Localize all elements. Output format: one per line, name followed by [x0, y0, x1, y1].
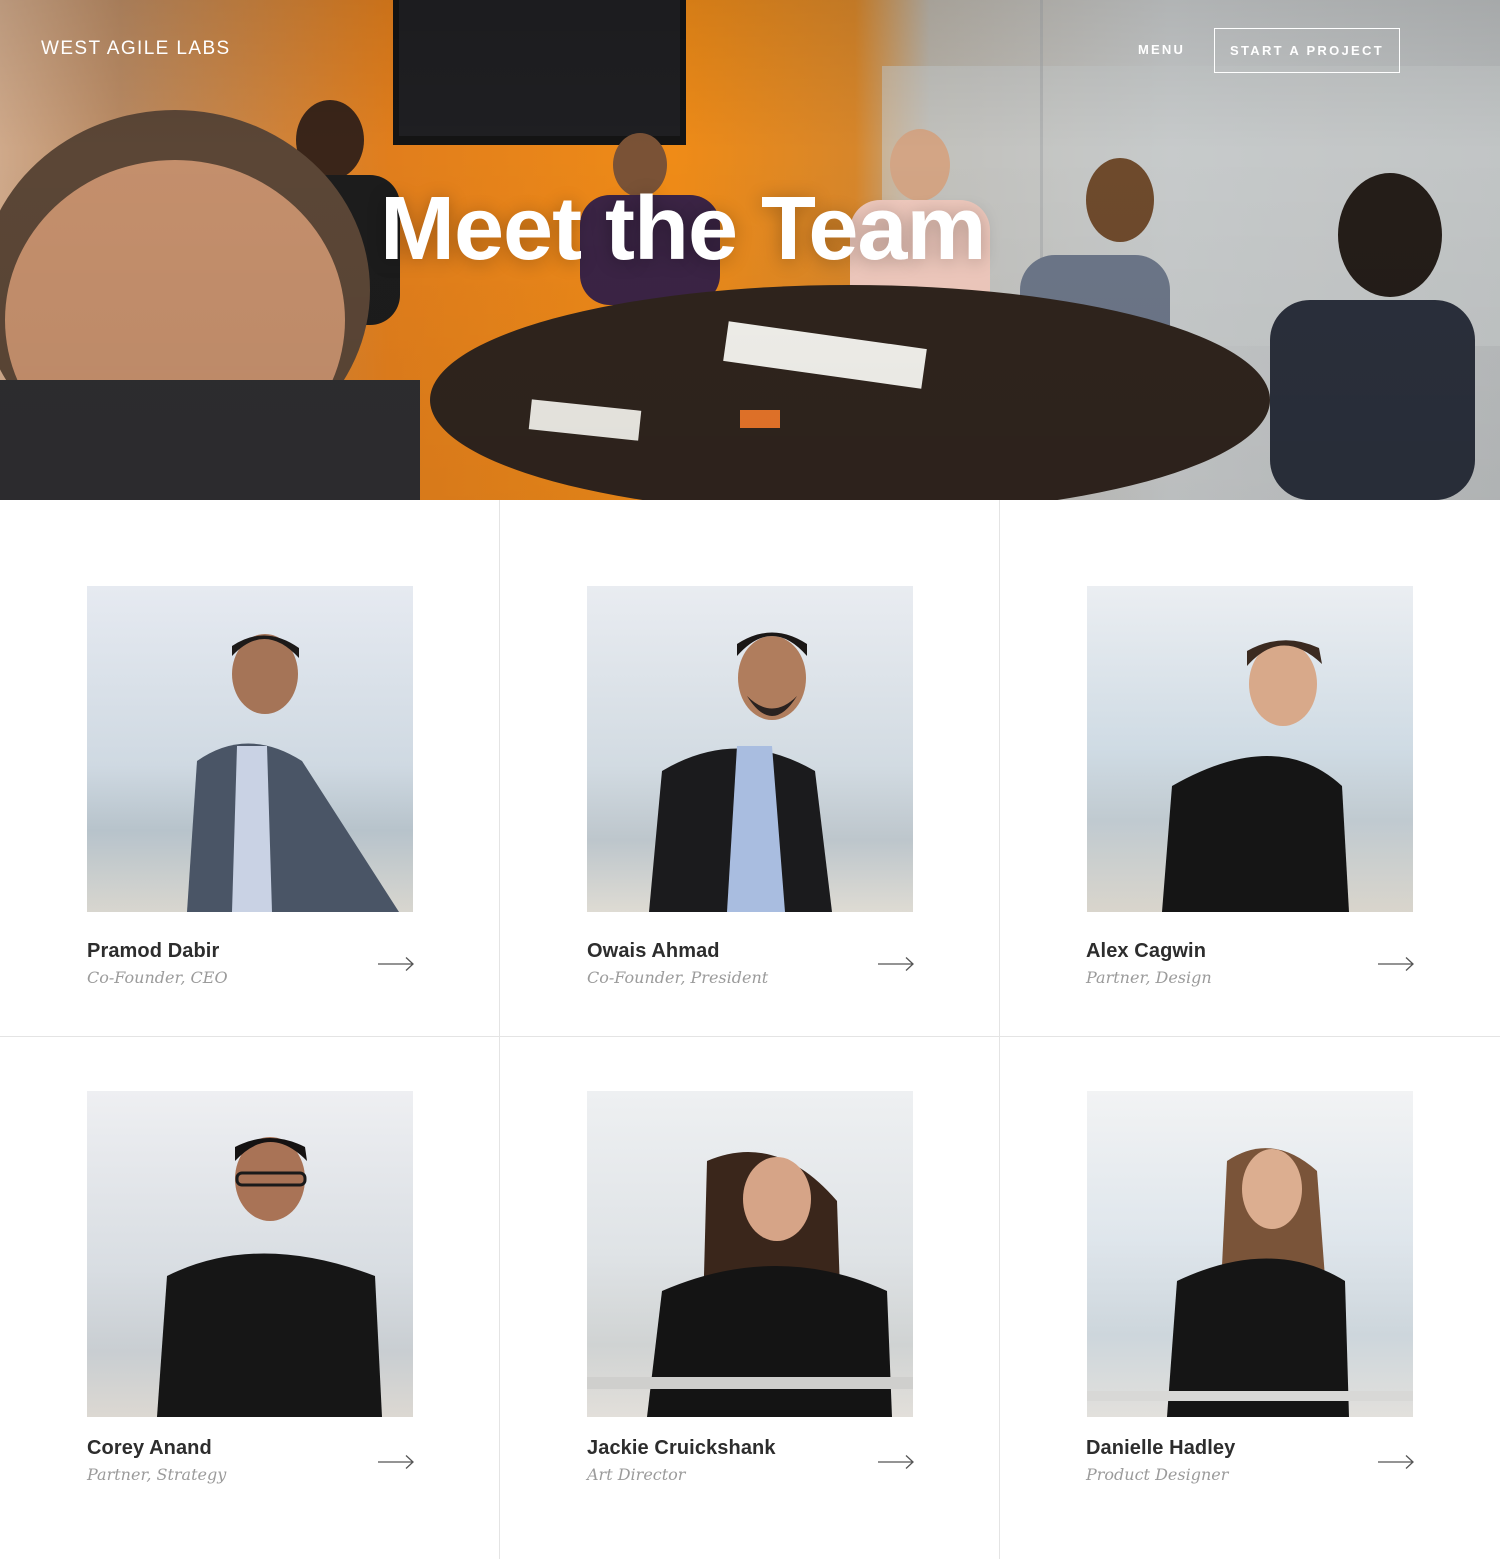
member-name[interactable]: Owais Ahmad: [587, 940, 720, 963]
member-photo[interactable]: [587, 586, 913, 912]
member-name[interactable]: Danielle Hadley: [1086, 1437, 1235, 1460]
member-role: Partner, Design: [1086, 968, 1212, 987]
team-card[interactable]: Owais Ahmad Co-Founder, President: [500, 500, 1000, 1036]
arrow-right-icon[interactable]: [877, 1454, 915, 1470]
start-project-label: START A PROJECT: [1230, 43, 1384, 58]
member-role: Partner, Strategy: [87, 1465, 227, 1484]
member-role: Co-Founder, President: [587, 968, 769, 987]
member-name[interactable]: Alex Cagwin: [1086, 940, 1206, 963]
arrow-right-icon[interactable]: [1377, 1454, 1415, 1470]
member-role: Co-Founder, CEO: [87, 968, 228, 987]
team-card[interactable]: Jackie Cruickshank Art Director: [500, 1037, 1000, 1559]
member-name[interactable]: Corey Anand: [87, 1437, 212, 1460]
team-card[interactable]: Danielle Hadley Product Designer: [1000, 1037, 1500, 1559]
member-role: Art Director: [587, 1465, 686, 1484]
brand-logo[interactable]: WEST AGILE LABS: [41, 38, 231, 60]
hero-banner: WEST AGILE LABS MENU START A PROJECT Mee…: [0, 0, 1500, 500]
arrow-right-icon[interactable]: [877, 956, 915, 972]
member-photo[interactable]: [587, 1091, 913, 1417]
team-card[interactable]: Alex Cagwin Partner, Design: [1000, 500, 1500, 1036]
member-photo[interactable]: [1087, 1091, 1413, 1417]
member-name[interactable]: Pramod Dabir: [87, 940, 219, 963]
arrow-right-icon[interactable]: [377, 956, 415, 972]
start-project-button[interactable]: START A PROJECT: [1214, 28, 1400, 73]
member-role: Product Designer: [1086, 1465, 1229, 1484]
member-photo[interactable]: [1087, 586, 1413, 912]
arrow-right-icon[interactable]: [1377, 956, 1415, 972]
menu-button[interactable]: MENU: [1138, 42, 1185, 57]
page-title: Meet the Team: [380, 179, 987, 279]
member-name[interactable]: Jackie Cruickshank: [587, 1437, 776, 1460]
member-photo[interactable]: [87, 1091, 413, 1417]
team-card[interactable]: Corey Anand Partner, Strategy: [0, 1037, 500, 1559]
team-grid: Pramod Dabir Co-Founder, CEO Owais Ahmad…: [0, 500, 1500, 1559]
arrow-right-icon[interactable]: [377, 1454, 415, 1470]
member-photo[interactable]: [87, 586, 413, 912]
team-card[interactable]: Pramod Dabir Co-Founder, CEO: [0, 500, 500, 1036]
